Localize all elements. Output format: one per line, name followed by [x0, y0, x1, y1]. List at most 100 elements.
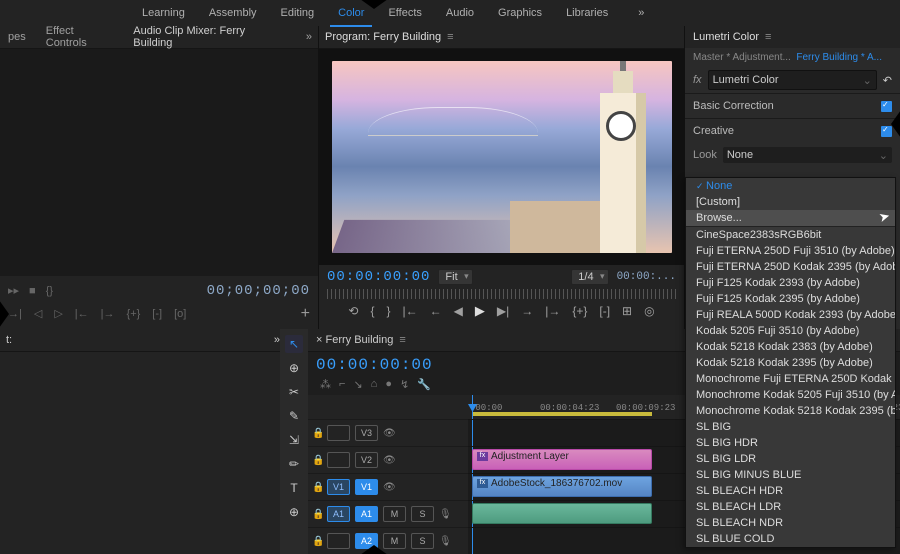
stop-icon[interactable]: ■ — [29, 285, 36, 297]
marker-span-icon[interactable]: ↘ — [353, 378, 362, 391]
look-item[interactable]: Kodak 5218 Kodak 2395 (by Adobe) — [686, 355, 895, 371]
tab-scopes[interactable]: pes — [4, 28, 30, 46]
pen-tool[interactable]: ⇲ — [285, 431, 303, 449]
step-back-icon[interactable]: ← — [430, 304, 442, 318]
eye-icon[interactable]: 👁 — [383, 428, 395, 439]
play-icon[interactable]: ▷ — [54, 307, 62, 320]
look-dropdown-menu[interactable]: None [Custom] Browse... CineSpace2383sRG… — [685, 177, 896, 548]
project-tab[interactable]: t: — [6, 334, 12, 346]
effect-dropdown[interactable]: Lumetri Color⌄ — [708, 70, 877, 90]
ws-learning[interactable]: Learning — [140, 3, 187, 23]
snap-icon[interactable]: ⁂ — [320, 378, 331, 391]
sequence-tab[interactable]: × Ferry Building — [316, 334, 393, 346]
look-item[interactable]: SL BIG HDR — [686, 435, 895, 451]
mark-in-icon[interactable]: { — [370, 304, 374, 318]
track-source[interactable]: V1 — [327, 479, 350, 495]
mark-in-icon[interactable]: {+} — [127, 308, 141, 320]
lock-icon[interactable]: 🔒 — [312, 536, 322, 547]
clip-audio[interactable] — [472, 503, 652, 524]
razor-tool[interactable]: ✂ — [285, 383, 303, 401]
go-out-icon[interactable]: |→ — [545, 304, 560, 318]
track-header-a2[interactable]: 🔒A2MS🎙 — [308, 527, 468, 554]
clip-adjustment-layer[interactable]: fxAdjustment Layer — [472, 449, 652, 470]
ws-audio[interactable]: Audio — [444, 3, 476, 23]
sequence-clip-link[interactable]: Ferry Building * A... — [796, 52, 882, 63]
add-button-icon[interactable]: + — [301, 305, 310, 323]
track-header-v3[interactable]: 🔒 V3 👁 — [308, 419, 468, 446]
look-item[interactable]: Kodak 5218 Kodak 2383 (by Adobe) — [686, 339, 895, 355]
track-label[interactable]: V3 — [355, 425, 378, 441]
track-source[interactable]: A1 — [327, 506, 350, 522]
clip-video[interactable]: fxAdobeStock_186376702.mov — [472, 476, 652, 497]
panel-menu-icon[interactable]: ≡ — [447, 31, 453, 43]
look-item[interactable]: Monochrome Kodak 5205 Fuji 3510 (by Adob… — [686, 387, 895, 403]
look-item[interactable]: SL BLEACH NDR — [686, 515, 895, 531]
look-item[interactable]: SL BIG MINUS BLUE — [686, 467, 895, 483]
look-item-custom[interactable]: [Custom] — [686, 194, 895, 210]
look-item[interactable]: Fuji ETERNA 250D Fuji 3510 (by Adobe) — [686, 243, 895, 259]
panel-menu-icon[interactable]: ≡ — [399, 334, 405, 346]
reset-icon[interactable]: ↶ — [883, 74, 892, 87]
solo-button[interactable]: S — [411, 533, 434, 549]
go-out-icon[interactable]: |→ — [101, 308, 115, 320]
step-fwd-icon[interactable]: → — [521, 304, 533, 318]
insert-icon[interactable]: →| — [8, 308, 22, 320]
track-label[interactable]: V2 — [355, 452, 378, 468]
resolution-dropdown[interactable]: 1/4 — [571, 269, 608, 285]
ws-editing[interactable]: Editing — [279, 3, 317, 23]
program-monitor[interactable] — [319, 49, 684, 265]
step-back1-icon[interactable]: ◀ — [454, 304, 463, 318]
step-fwd-icon[interactable]: |← — [75, 308, 89, 320]
track-header-v1[interactable]: 🔒V1V1👁 — [308, 473, 468, 500]
look-item[interactable]: SL BLEACH HDR — [686, 483, 895, 499]
lock-icon[interactable]: 🔒 — [312, 482, 322, 493]
look-item[interactable]: Fuji F125 Kodak 2395 (by Adobe) — [686, 291, 895, 307]
mic-icon[interactable]: 🎙 — [439, 536, 452, 547]
play-icon[interactable]: ▸▸ — [8, 284, 19, 297]
step-back-icon[interactable]: ◁ — [34, 307, 42, 320]
lock-icon[interactable]: 🔒 — [312, 509, 322, 520]
ws-libraries[interactable]: Libraries — [564, 3, 610, 23]
export-frame-icon[interactable]: ◎ — [644, 304, 654, 318]
compare-icon[interactable]: ⊞ — [622, 304, 632, 318]
wrench2-icon[interactable]: 🔧 — [417, 378, 431, 391]
eye-icon[interactable]: 👁 — [383, 455, 395, 466]
look-item[interactable]: Fuji F125 Kodak 2393 (by Adobe) — [686, 275, 895, 291]
track-source[interactable] — [327, 533, 350, 549]
export-frame-icon[interactable]: [o] — [174, 308, 186, 320]
zoom-dropdown[interactable]: Fit — [438, 269, 472, 285]
look-item[interactable]: CineSpace2383sRGB6bit — [686, 227, 895, 243]
ws-assembly[interactable]: Assembly — [207, 3, 259, 23]
look-item[interactable]: Fuji REALA 500D Kodak 2393 (by Adobe) — [686, 307, 895, 323]
wrench-icon[interactable]: ↯ — [400, 378, 409, 391]
program-timecode[interactable]: 00:00:00:00 — [327, 269, 430, 285]
creative-section[interactable]: Creative — [685, 118, 900, 143]
look-item-browse[interactable]: Browse... — [686, 210, 895, 226]
work-area-bar[interactable] — [472, 412, 652, 416]
tab-effect-controls[interactable]: Effect Controls — [42, 22, 118, 52]
selection-tool[interactable]: ↖ — [285, 335, 303, 353]
track-header-v2[interactable]: 🔒 V2 👁 — [308, 446, 468, 473]
track-select-tool[interactable]: ⊕ — [285, 359, 303, 377]
lock-icon[interactable]: 🔒 — [312, 455, 322, 466]
tab-audio-mixer[interactable]: Audio Clip Mixer: Ferry Building — [129, 22, 282, 52]
ws-effects[interactable]: Effects — [386, 3, 423, 23]
look-item-none[interactable]: None — [686, 178, 895, 194]
look-item[interactable]: SL BLUE COLD — [686, 531, 895, 547]
solo-button[interactable]: S — [411, 506, 434, 522]
mark-out-icon[interactable]: [-] — [152, 308, 162, 320]
hand-tool[interactable]: ✏ — [285, 455, 303, 473]
program-scrubber[interactable] — [327, 289, 676, 299]
slip-tool[interactable]: ✎ — [285, 407, 303, 425]
lift-icon[interactable]: {+} — [572, 304, 587, 318]
extract-icon[interactable]: [-] — [599, 304, 610, 318]
lock-icon[interactable]: 🔒 — [312, 428, 322, 439]
mute-button[interactable]: M — [383, 506, 406, 522]
timeline-timecode[interactable]: 00:00:00:00 — [316, 356, 433, 374]
add-marker-icon[interactable]: ● — [385, 378, 392, 391]
track-header-a1[interactable]: 🔒A1A1MS🎙 — [308, 500, 468, 527]
mic-icon[interactable]: 🎙 — [439, 509, 452, 520]
basic-correction-section[interactable]: Basic Correction — [685, 93, 900, 118]
panel-menu-icon[interactable]: ≡ — [765, 31, 771, 43]
eye-icon[interactable]: 👁 — [383, 482, 395, 493]
